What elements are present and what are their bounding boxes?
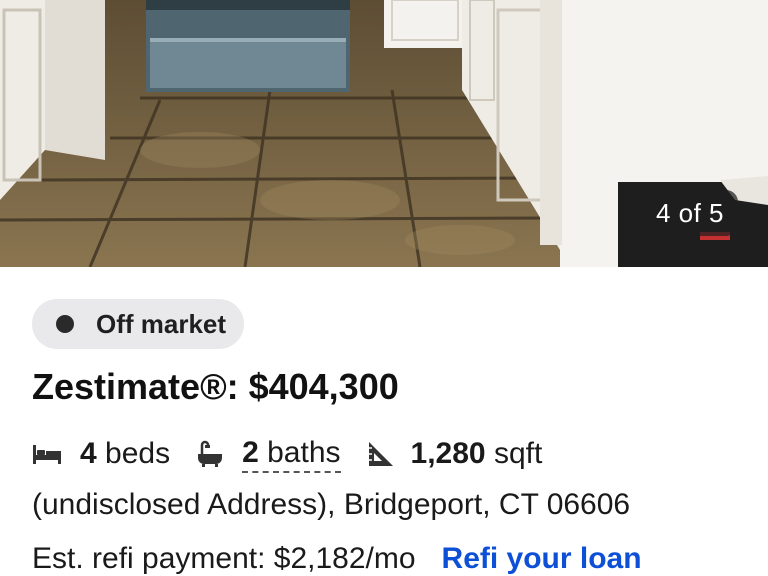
sqft-label: sqft — [493, 437, 543, 470]
zestimate-price: Zestimate®: $404,300 — [32, 366, 399, 407]
status-label: Off market — [96, 308, 227, 339]
status-dot-icon — [56, 315, 74, 333]
baths-count: 2 — [242, 435, 259, 469]
refi-payment-estimate: Est. refi payment: $2,182/mo — [32, 542, 416, 575]
refi-row: Est. refi payment: $2,182/mo Refi your l… — [32, 542, 642, 576]
baths-link[interactable]: 2 baths — [242, 435, 341, 473]
bathtub-icon — [196, 440, 224, 468]
status-badge: Off market — [32, 299, 245, 349]
listing-photo[interactable]: 4 of 5 — [0, 0, 768, 267]
bed-icon — [32, 443, 62, 465]
sqft-fact: 1,280 sqft — [367, 437, 543, 471]
property-address: (undisclosed Address), Bridgeport, CT 06… — [32, 488, 631, 521]
refi-your-loan-link[interactable]: Refi your loan — [442, 542, 642, 576]
baths-fact[interactable]: 2 baths — [196, 435, 341, 473]
property-facts: 4 beds 2 baths 1,280 sqft — [32, 434, 542, 474]
beds-fact: 4 beds — [32, 437, 170, 471]
photo-counter: 4 of 5 — [641, 190, 738, 236]
sqft-count: 1,280 — [410, 437, 486, 470]
beds-count: 4 — [80, 437, 97, 470]
beds-label: beds — [105, 437, 171, 470]
ruler-triangle-icon — [367, 440, 395, 468]
baths-label: baths — [267, 435, 341, 469]
